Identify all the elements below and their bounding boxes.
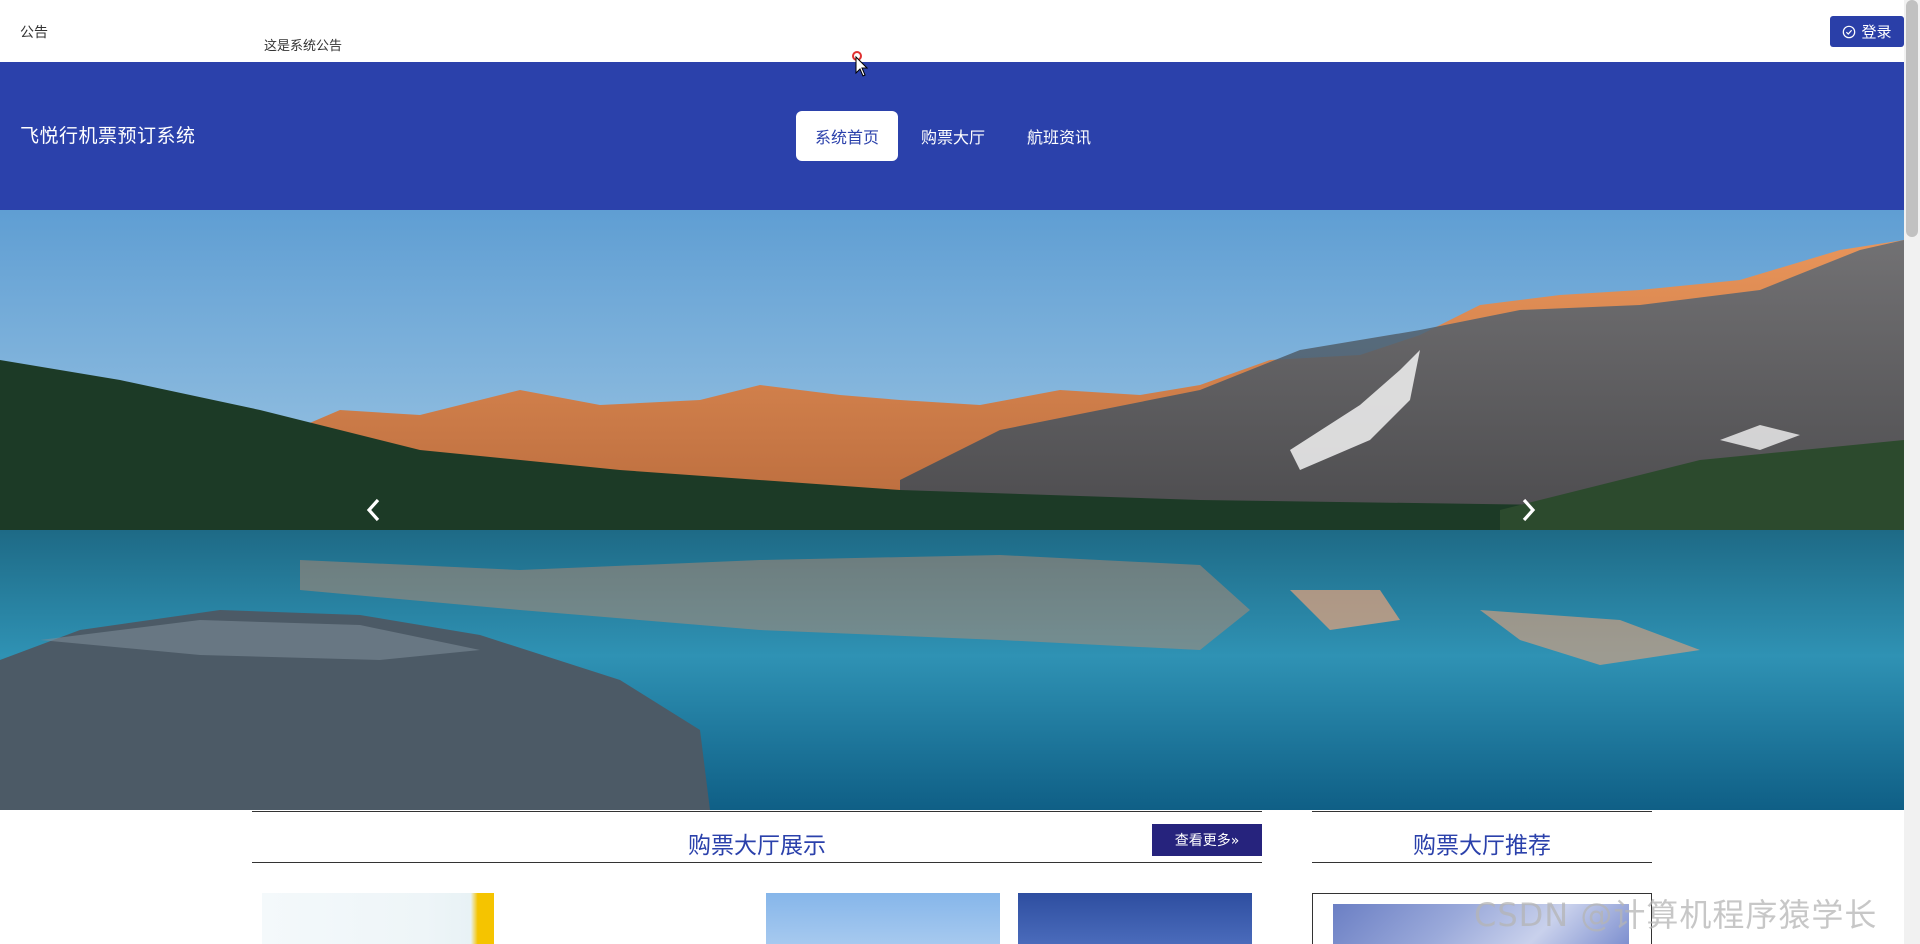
- notice-text: 这是系统公告: [264, 39, 343, 54]
- login-label: 登录: [1861, 23, 1892, 41]
- view-more-button[interactable]: 查看更多»: [1152, 824, 1262, 856]
- check-circle-icon: [1843, 25, 1856, 38]
- ticket-card-image[interactable]: [1018, 893, 1252, 944]
- section-title: 购票大厅展示: [688, 833, 826, 859]
- login-button[interactable]: 登录: [1830, 16, 1904, 47]
- nav-item-ticket-hall[interactable]: 购票大厅: [902, 111, 1004, 161]
- site-title: 飞悦行机票预订系统: [20, 125, 196, 147]
- notice-title: 公告: [20, 25, 48, 41]
- ticket-card-image[interactable]: [262, 893, 494, 944]
- ticket-hall-recommend-header: 购票大厅推荐: [1312, 811, 1652, 863]
- nav-item-label: 航班资讯: [1027, 128, 1092, 147]
- chevron-right-icon: [1522, 498, 1536, 522]
- hero-landscape-image: [0, 210, 1904, 810]
- view-more-label: 查看更多»: [1174, 833, 1240, 849]
- chevron-left-icon: [366, 498, 380, 522]
- watermark: CSDN @计算机程序猿学长: [1474, 896, 1878, 934]
- ticket-card-image[interactable]: [766, 893, 1000, 944]
- scrollbar-thumb[interactable]: [1906, 0, 1918, 237]
- carousel-next-button[interactable]: [1508, 490, 1548, 530]
- main-nav: 系统首页 购票大厅 航班资讯: [796, 111, 1110, 161]
- section-title: 购票大厅推荐: [1413, 833, 1551, 859]
- nav-item-label: 系统首页: [815, 128, 880, 147]
- nav-item-flight-news[interactable]: 航班资讯: [1008, 111, 1110, 161]
- nav-item-label: 购票大厅: [921, 128, 986, 147]
- notice-bar: 公告 这是系统公告 登录: [0, 0, 1904, 62]
- hero-carousel[interactable]: [0, 210, 1904, 810]
- mouse-cursor-icon: [852, 51, 868, 77]
- ticket-hall-display-header: 购票大厅展示 查看更多»: [252, 811, 1262, 863]
- site-header: 飞悦行机票预订系统 系统首页 购票大厅 航班资讯: [0, 62, 1904, 210]
- nav-item-home[interactable]: 系统首页: [796, 111, 899, 161]
- carousel-prev-button[interactable]: [354, 490, 394, 530]
